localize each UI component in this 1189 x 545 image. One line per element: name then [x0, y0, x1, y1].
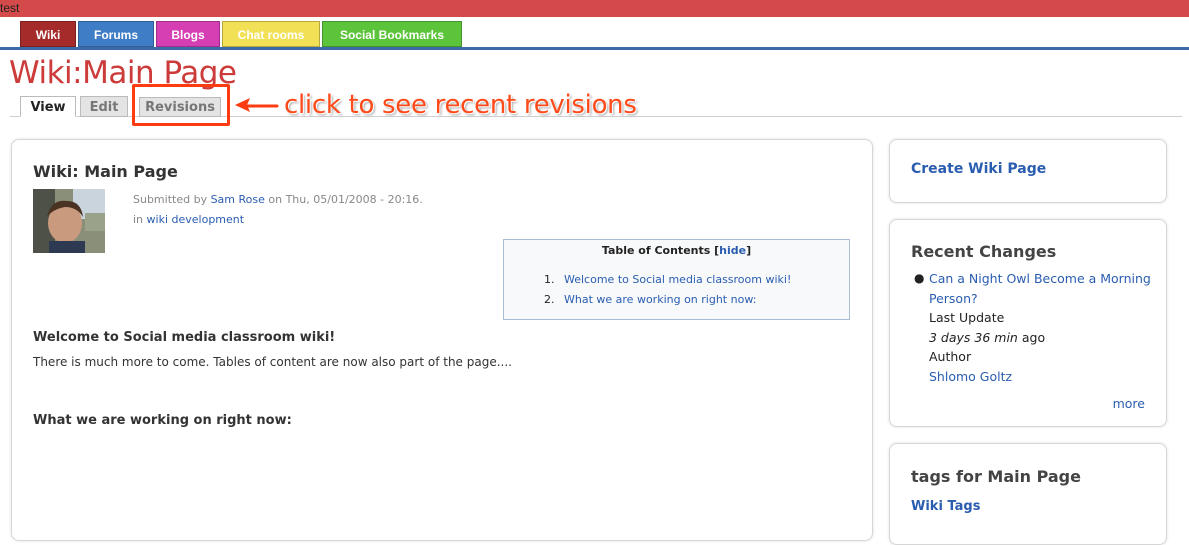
nav-tab-wiki[interactable]: Wiki [20, 21, 76, 47]
submitted-label: Submitted by [133, 193, 208, 206]
toc-item-link[interactable]: What we are working on right now: [564, 293, 756, 306]
create-wiki-block: Create Wiki Page [889, 139, 1167, 203]
nav-tab-blogs[interactable]: Blogs [156, 21, 220, 47]
nav-tab-chat-rooms[interactable]: Chat rooms [222, 21, 320, 47]
annotation-arrow-icon [235, 98, 279, 112]
main-content-panel: Wiki: Main Page Submitted by Sam Rose on… [11, 139, 873, 541]
toc-item-number: 1. [544, 273, 555, 286]
author-avatar[interactable] [33, 189, 105, 253]
toc-item-number: 2. [544, 293, 555, 306]
toc-item[interactable]: 2. What we are working on right now: [544, 293, 756, 306]
recent-changes-list: ● Can a Night Owl Become a Morning Perso… [914, 269, 1159, 386]
toc-item-link[interactable]: Welcome to Social media classroom wiki! [564, 273, 791, 286]
site-name[interactable]: test [0, 0, 19, 17]
section-body-welcome: There is much more to come. Tables of co… [33, 355, 512, 369]
avatar-photo-icon [33, 189, 105, 253]
create-wiki-page-link[interactable]: Create Wiki Page [911, 161, 1046, 177]
section-heading-welcome: Welcome to Social media classroom wiki! [33, 330, 336, 345]
nav-tab-forums[interactable]: Forums [78, 21, 154, 47]
section-heading-working-on: What we are working on right now: [33, 413, 292, 428]
wiki-tags-link[interactable]: Wiki Tags [911, 499, 980, 514]
category-link[interactable]: wiki development [147, 213, 245, 226]
bullet-icon: ● [914, 271, 925, 285]
annotation-text: click to see recent revisions [284, 90, 637, 120]
recent-changes-title: Recent Changes [911, 242, 1057, 261]
toc-item[interactable]: 1. Welcome to Social media classroom wik… [544, 273, 791, 286]
submitted-date: on Thu, 05/01/2008 - 20:16. [268, 193, 423, 206]
tags-block: tags for Main Page Wiki Tags [889, 443, 1167, 545]
toc-title-text: Table of Contents [601, 244, 711, 257]
recent-change-link[interactable]: Can a Night Owl Become a Morning Person? [929, 271, 1151, 306]
revisions-highlight-box [132, 84, 230, 126]
node-title: Wiki: Main Page [33, 162, 178, 181]
recent-changes-block: Recent Changes ● Can a Night Owl Become … [889, 219, 1167, 427]
top-bar: test [0, 0, 1189, 17]
last-update-label: Last Update [929, 310, 1005, 325]
nav-tab-social-bookmarks[interactable]: Social Bookmarks [322, 21, 462, 47]
table-of-contents: Table of Contents [hide] 1. Welcome to S… [503, 239, 850, 320]
category-line: in wiki development [133, 213, 244, 226]
category-label: in [133, 213, 144, 226]
author-label: Author [929, 349, 972, 364]
submitted-line: Submitted by Sam Rose on Thu, 05/01/2008… [133, 193, 423, 206]
tab-edit[interactable]: Edit [80, 96, 128, 117]
recent-change-author-link[interactable]: Shlomo Goltz [929, 369, 1012, 384]
tab-view[interactable]: View [20, 96, 76, 117]
nav-divider [0, 47, 1189, 50]
toc-title: Table of Contents [hide] [601, 244, 752, 257]
toc-hide-link[interactable]: hide [719, 244, 746, 257]
last-update-value: 3 days 36 min ago [929, 328, 1159, 348]
last-update-time: 3 days 36 min [929, 329, 1018, 345]
tags-title: tags for Main Page [911, 467, 1081, 486]
author-link[interactable]: Sam Rose [211, 193, 265, 206]
last-update-suffix: ago [1021, 329, 1046, 345]
recent-changes-more-link[interactable]: more [1113, 396, 1145, 411]
